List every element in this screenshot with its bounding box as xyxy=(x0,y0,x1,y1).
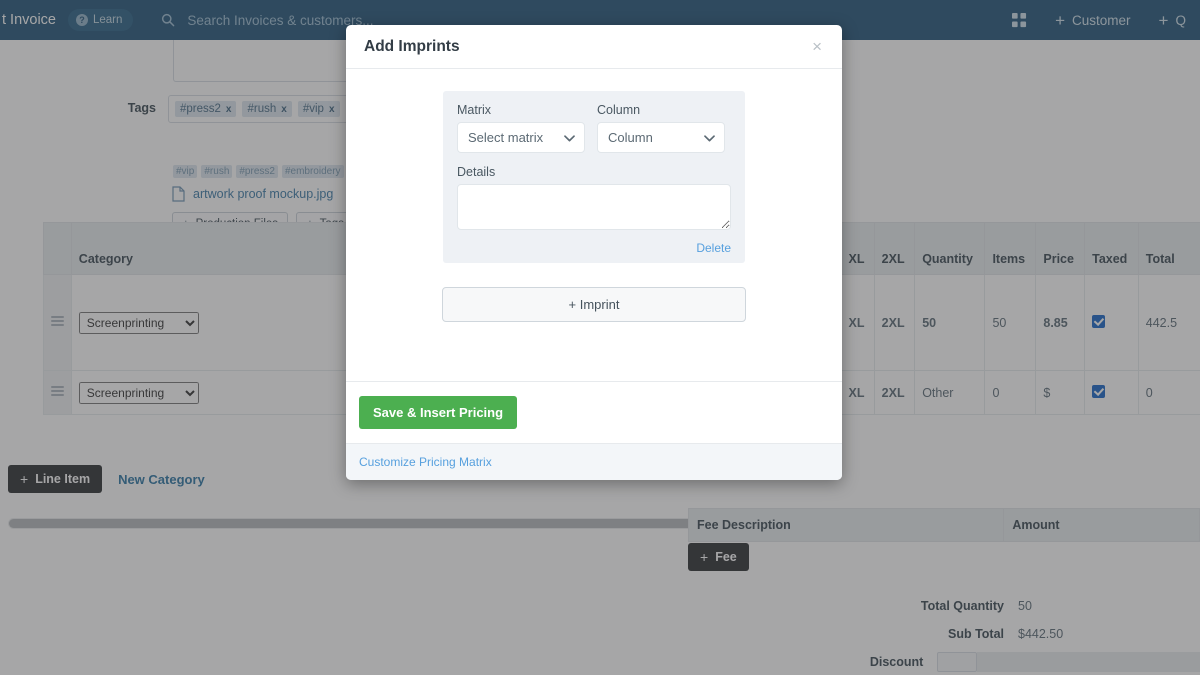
delete-imprint-link[interactable]: Delete xyxy=(457,241,731,255)
customize-pricing-matrix-link[interactable]: Customize Pricing Matrix xyxy=(359,455,492,469)
modal-title: Add Imprints xyxy=(364,37,460,55)
modal-subfooter: Customize Pricing Matrix xyxy=(346,443,842,480)
add-imprints-modal: Add Imprints × Matrix Select matrix Colu… xyxy=(346,25,842,480)
matrix-select[interactable]: Select matrix xyxy=(457,122,585,153)
column-label: Column xyxy=(597,103,641,117)
app-root: t Invoice ? Learn Search Invoices & cust… xyxy=(0,0,1200,675)
matrix-label: Matrix xyxy=(457,103,492,117)
imprint-fields: Matrix Select matrix Column Column xyxy=(457,103,731,153)
matrix-field: Matrix Select matrix xyxy=(457,103,585,153)
imprint-row: Matrix Select matrix Column Column Detai… xyxy=(443,91,745,263)
close-icon[interactable]: × xyxy=(810,38,824,55)
details-textarea[interactable] xyxy=(457,184,731,230)
save-insert-pricing-button[interactable]: Save & Insert Pricing xyxy=(359,396,518,429)
add-imprint-button[interactable]: + Imprint xyxy=(442,287,746,322)
details-label: Details xyxy=(457,165,496,179)
column-select[interactable]: Column xyxy=(597,122,725,153)
modal-body: Matrix Select matrix Column Column Detai… xyxy=(346,69,842,381)
column-select-wrapper[interactable]: Column xyxy=(597,122,725,153)
modal-footer: Save & Insert Pricing xyxy=(346,381,842,443)
modal-header: Add Imprints × xyxy=(346,25,842,69)
matrix-select-wrapper[interactable]: Select matrix xyxy=(457,122,585,153)
column-field: Column Column xyxy=(597,103,725,153)
